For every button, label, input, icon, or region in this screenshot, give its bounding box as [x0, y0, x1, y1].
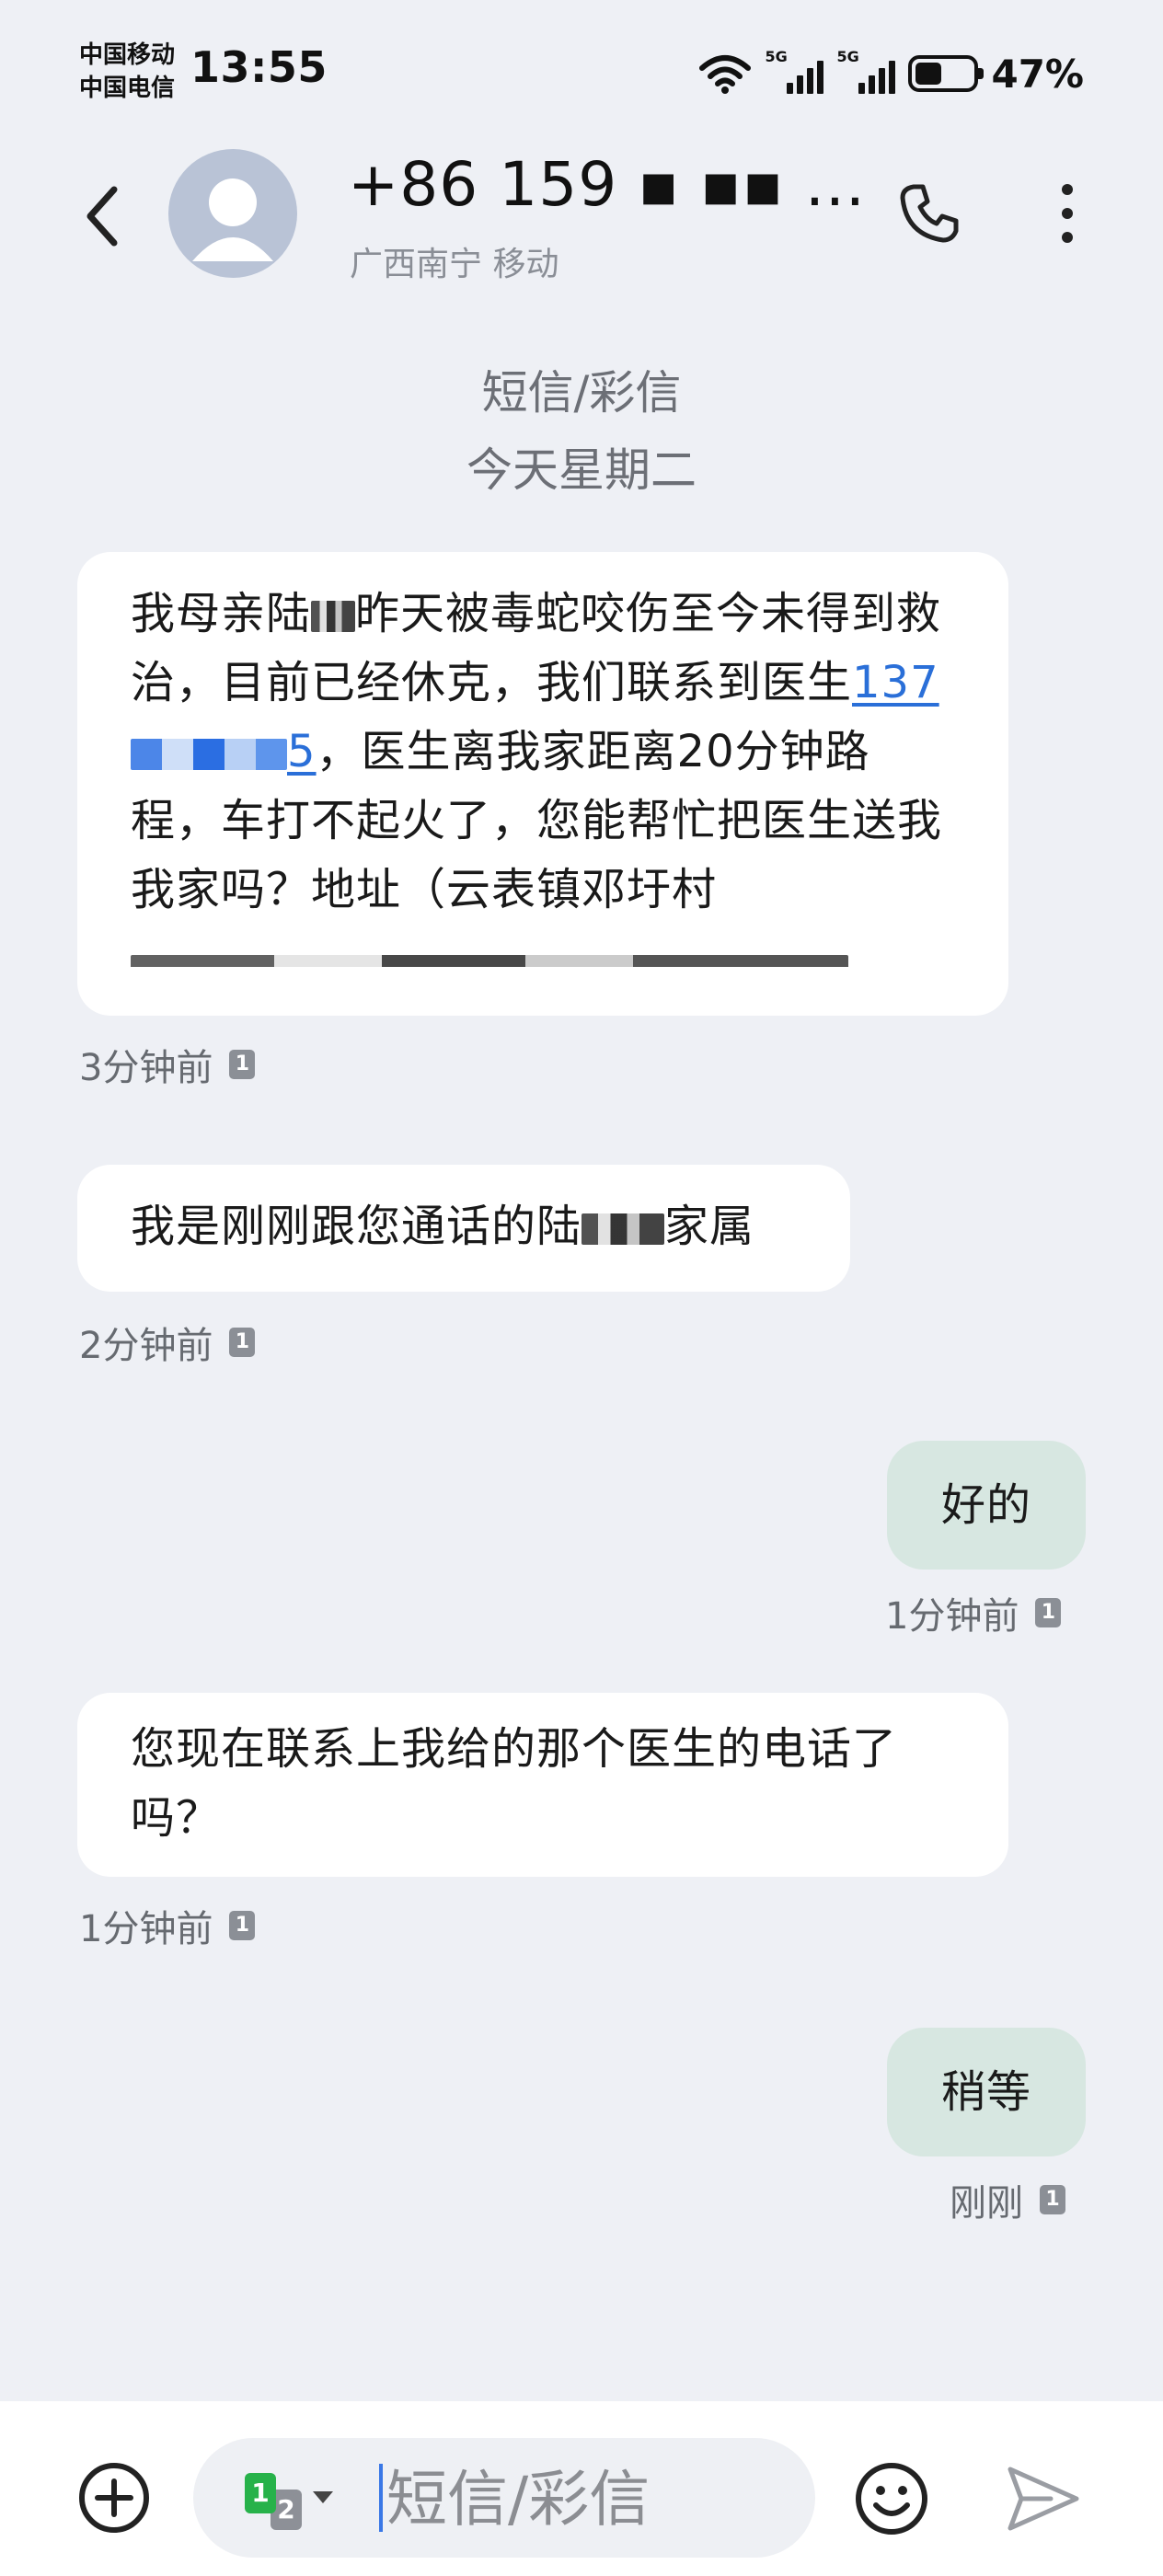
- send-button[interactable]: [1005, 2464, 1082, 2534]
- avatar[interactable]: [168, 149, 297, 278]
- redacted-text: [311, 601, 356, 632]
- message-type-label: 短信/彩信: [481, 366, 682, 420]
- send-icon: [1008, 2467, 1079, 2531]
- message-timestamp: 2分钟前 1: [79, 1316, 256, 1369]
- sim-switch-button[interactable]: 2 1: [245, 2473, 333, 2530]
- battery-fill: [915, 63, 942, 85]
- message-text-part: 我母亲陆: [131, 588, 312, 639]
- call-button[interactable]: [892, 177, 966, 250]
- battery-icon: [908, 55, 985, 92]
- date-label: 今天星期二: [466, 443, 697, 497]
- message-timestamp: 3分钟前 1: [79, 1038, 256, 1091]
- carrier-2: 中国电信: [79, 75, 176, 102]
- redacted-number: [131, 739, 287, 770]
- emoji-button[interactable]: [854, 2461, 929, 2536]
- redacted-text: [582, 1213, 665, 1245]
- message-timestamp: 刚刚 1: [950, 2173, 1065, 2226]
- message-text-part: 我是刚刚跟您通话的陆: [131, 1201, 582, 1252]
- battery-percent: 47%: [991, 51, 1084, 97]
- status-time: 13:55: [190, 42, 328, 92]
- add-attachment-button[interactable]: [77, 2461, 151, 2535]
- signal-2-tag: 5G: [836, 48, 859, 65]
- message-text: 好的: [940, 1479, 1031, 1531]
- compose-field-container[interactable]: 2 1: [193, 2438, 815, 2558]
- sim-1-badge: 1: [1040, 2185, 1065, 2214]
- status-icons: 5G 5G 47%: [698, 46, 1084, 101]
- carrier-labels: 中国移动 中国电信: [79, 39, 175, 105]
- signal-1-tag: 5G: [765, 48, 788, 65]
- signal-1-icon: 5G: [765, 48, 824, 94]
- add-circle-icon: [79, 2463, 149, 2533]
- phone-icon: [900, 184, 959, 243]
- message-input[interactable]: [386, 2455, 782, 2543]
- message-text-part: 家属: [664, 1201, 755, 1252]
- signal-2-icon: 5G: [836, 48, 896, 94]
- incoming-message-bubble[interactable]: 我母亲陆 昨天被毒蛇咬伤至今未得到救治，目前已经休克，我们联系到医生1375，医生…: [77, 552, 1008, 1016]
- redacted-line: [131, 930, 957, 967]
- status-bar: 中国移动 中国电信 13:55 5G 5G 47%: [0, 0, 1163, 138]
- sim-1-badge: 1: [1035, 1598, 1062, 1627]
- person-icon: [192, 178, 273, 261]
- message-text: 稍等: [940, 2066, 1031, 2118]
- sim-1-badge: 1: [229, 1050, 256, 1079]
- sim-1-badge: 1: [229, 1911, 256, 1940]
- contact-name[interactable]: +86 159 ▪ ▪▪ …: [348, 149, 866, 220]
- message-text: 您现在联系上我给的那个医生的电话了吗？: [131, 1723, 898, 1844]
- chevron-down-icon: [313, 2491, 333, 2503]
- conversation-header: +86 159 ▪ ▪▪ … 广西南宁 移动: [0, 138, 1163, 294]
- back-icon: [86, 186, 118, 247]
- message-composer: 2 1: [0, 2401, 1163, 2576]
- more-options-button[interactable]: [1040, 177, 1095, 250]
- contact-location: 广西南宁 移动: [350, 246, 559, 283]
- outgoing-message-bubble[interactable]: 稍等: [887, 2028, 1086, 2156]
- back-button[interactable]: [74, 179, 129, 253]
- more-vertical-icon: [1062, 184, 1073, 195]
- message-timestamp: 1分钟前 1: [885, 1586, 1062, 1639]
- incoming-message-bubble[interactable]: 我是刚刚跟您通话的陆 家属: [77, 1165, 850, 1292]
- carrier-1: 中国移动: [79, 41, 176, 69]
- text-cursor: [379, 2464, 383, 2532]
- sim-1-icon: 1: [245, 2473, 276, 2513]
- sim-1-badge: 1: [229, 1328, 256, 1357]
- message-timestamp: 1分钟前 1: [79, 1899, 256, 1952]
- emoji-icon: [856, 2463, 927, 2535]
- incoming-message-bubble[interactable]: 您现在联系上我给的那个医生的电话了吗？: [77, 1693, 1008, 1877]
- conversation-date-header: 短信/彩信 今天星期二: [0, 354, 1163, 509]
- outgoing-message-bubble[interactable]: 好的: [887, 1441, 1086, 1570]
- wifi-icon: [699, 55, 752, 94]
